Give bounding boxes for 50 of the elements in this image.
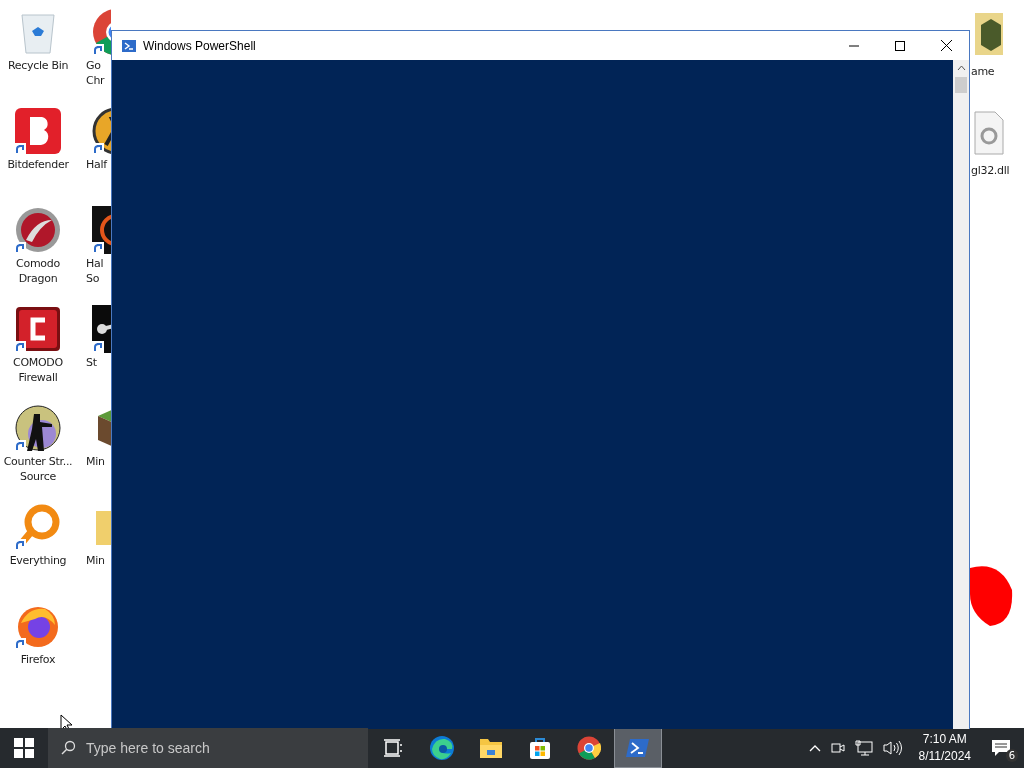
icon-label[interactable]: Recycle Bin <box>7 58 69 73</box>
notification-count: 6 <box>1005 749 1018 762</box>
soldier-icon[interactable] <box>14 404 62 452</box>
steam-icon[interactable] <box>92 305 111 353</box>
icon-label[interactable]: ame <box>971 64 995 79</box>
scroll-up-icon[interactable] <box>956 65 966 71</box>
icon-label[interactable]: Go Chr <box>86 58 105 88</box>
c-logo-icon[interactable] <box>15 306 61 352</box>
powershell-icon <box>121 37 137 54</box>
swirl-icon <box>429 735 455 761</box>
icon-label[interactable]: Bitdefender <box>7 157 69 172</box>
icon-label[interactable]: Firefox <box>20 652 56 667</box>
shield-b-icon[interactable] <box>14 107 62 155</box>
search-field[interactable]: Type here to search <box>48 728 368 768</box>
task-view-icon <box>383 739 403 757</box>
date-text: 8/11/2024 <box>918 748 971 765</box>
taskbar-app-button[interactable] <box>614 728 662 768</box>
notification-icon[interactable] <box>991 739 1011 757</box>
icon-label[interactable]: Comodo Dragon <box>16 256 60 286</box>
gear-file-icon[interactable] <box>971 110 1007 156</box>
wallpaper-shape <box>970 564 1014 626</box>
time-text: 7:10 AM <box>922 731 967 748</box>
dragon-icon[interactable] <box>14 206 62 254</box>
chevron-up-icon[interactable] <box>808 744 821 752</box>
icon-label[interactable]: gl32.dll <box>971 163 1010 178</box>
icon-label[interactable]: Hal So <box>86 256 104 286</box>
scrollbar[interactable] <box>953 60 969 729</box>
icon-label[interactable]: COMODO Firewall <box>13 355 63 385</box>
icon-label[interactable]: Min <box>86 454 105 469</box>
maximize-icon <box>895 40 905 51</box>
icon-label[interactable]: Counter Str... Source <box>3 454 73 484</box>
icon-label[interactable]: Min <box>86 553 105 568</box>
windows-logo-icon <box>14 738 34 758</box>
game-icon[interactable] <box>92 206 111 254</box>
shopping-bag-icon <box>528 736 552 760</box>
terminal-icon <box>626 737 650 759</box>
lambda-icon[interactable] <box>92 107 111 155</box>
folder-icon <box>479 737 503 759</box>
camera-icon[interactable] <box>829 740 846 756</box>
chrome-icon <box>577 736 601 760</box>
volume-icon[interactable] <box>881 740 902 756</box>
icon-label[interactable]: Half <box>86 157 107 172</box>
scroll-thumb[interactable] <box>955 77 967 93</box>
icon-label[interactable]: St <box>86 355 97 370</box>
close-icon <box>940 40 952 51</box>
icon-label[interactable]: Everything <box>9 553 67 568</box>
search-icon <box>60 740 76 756</box>
network-icon[interactable] <box>854 740 873 756</box>
clock[interactable]: 7:10 AM 8/11/2024 <box>918 731 971 765</box>
window-title: Windows PowerShell <box>143 38 256 53</box>
